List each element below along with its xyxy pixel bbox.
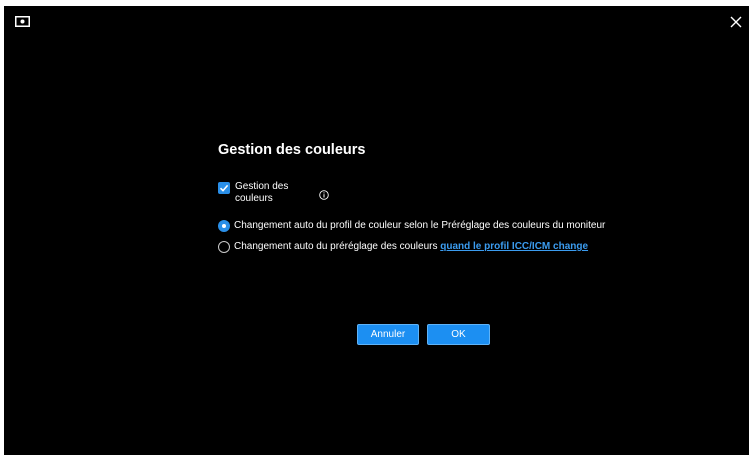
color-management-checkbox[interactable] [218, 182, 230, 194]
cancel-button[interactable]: Annuler [357, 324, 419, 345]
option-auto-preset-radio[interactable] [218, 241, 230, 253]
close-icon[interactable] [729, 15, 743, 29]
monitor-settings-icon[interactable] [15, 14, 30, 27]
info-icon[interactable] [319, 187, 329, 200]
dialog-title: Gestion des couleurs [218, 142, 366, 158]
color-management-checkbox-label: Gestion des couleurs [235, 181, 289, 204]
ok-button[interactable]: OK [427, 324, 490, 345]
option-auto-preset-label: Changement auto du préréglage des couleu… [234, 241, 588, 253]
option-auto-profile-label: Changement auto du profil de couleur sel… [234, 220, 606, 231]
color-management-window: Gestion des couleurs Gestion des couleur… [4, 6, 749, 455]
option-auto-profile-radio[interactable] [218, 220, 230, 232]
option-auto-preset-text: Changement auto du préréglage des couleu… [234, 241, 441, 252]
icc-icm-change-link[interactable]: quand le profil ICC/ICM change [440, 241, 588, 252]
